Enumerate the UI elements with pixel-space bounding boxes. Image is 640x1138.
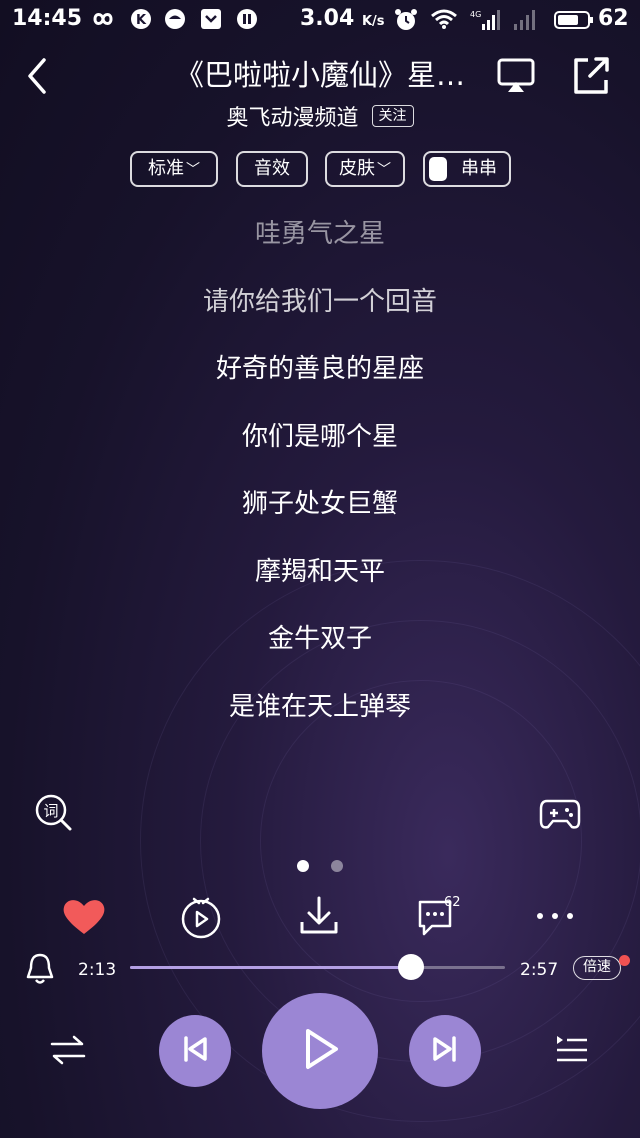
next-button[interactable] bbox=[409, 1015, 481, 1087]
download-button[interactable] bbox=[298, 894, 340, 942]
sleep-timer-button[interactable] bbox=[24, 952, 56, 990]
toggle-knob bbox=[429, 157, 447, 181]
shuffle-arrows-icon bbox=[48, 1035, 88, 1072]
page-indicator bbox=[0, 857, 640, 876]
svg-text:4G: 4G bbox=[470, 10, 481, 19]
share-button[interactable] bbox=[570, 54, 610, 100]
video-play-icon bbox=[178, 897, 224, 944]
battery-icon bbox=[554, 10, 594, 34]
battery-level: 62 bbox=[598, 6, 629, 31]
skin-label: 皮肤 bbox=[339, 158, 375, 179]
pocket-icon bbox=[200, 8, 222, 34]
lyric-line: 你们是哪个星 bbox=[241, 421, 398, 452]
k-app-icon: K bbox=[130, 8, 152, 34]
skip-next-icon bbox=[430, 1034, 460, 1068]
page-dot-active[interactable] bbox=[297, 860, 309, 872]
follow-button[interactable]: 关注 bbox=[371, 105, 414, 127]
video-button[interactable] bbox=[178, 894, 224, 944]
playlist-button[interactable] bbox=[554, 1032, 590, 1072]
status-bar: 14:45 K 3.04 K/s 4G 62 bbox=[0, 0, 640, 40]
total-time: 2:57 bbox=[520, 960, 559, 980]
sound-effects-label: 音效 bbox=[254, 158, 290, 179]
lyric-line: 是谁在天上弹琴 bbox=[228, 691, 411, 722]
channel-row: 奥飞动漫频道 关注 bbox=[0, 100, 640, 132]
sound-effects-button[interactable]: 音效 bbox=[236, 151, 308, 187]
like-button[interactable] bbox=[62, 896, 106, 940]
bell-icon bbox=[24, 953, 56, 990]
gamepad-icon bbox=[539, 799, 581, 835]
lyric-line: 好奇的善良的星座 bbox=[215, 354, 424, 384]
download-icon bbox=[298, 896, 340, 942]
more-button[interactable] bbox=[532, 906, 578, 930]
back-button[interactable] bbox=[22, 56, 52, 100]
notification-dot bbox=[619, 955, 630, 966]
status-time: 14:45 bbox=[12, 6, 83, 31]
wifi-icon bbox=[430, 8, 458, 34]
play-button[interactable] bbox=[262, 993, 378, 1109]
previous-button[interactable] bbox=[159, 1015, 231, 1087]
play-mode-button[interactable] bbox=[48, 1032, 88, 1072]
infinity-icon bbox=[86, 8, 120, 34]
chevron-down-icon: ﹀ bbox=[186, 162, 200, 178]
progress-slider[interactable] bbox=[130, 954, 505, 980]
alarm-icon bbox=[394, 8, 418, 36]
skip-previous-icon bbox=[180, 1034, 210, 1068]
quality-label: 标准 bbox=[148, 158, 184, 179]
heart-icon bbox=[62, 900, 106, 940]
face-app-icon bbox=[164, 8, 186, 34]
current-time: 2:13 bbox=[78, 960, 117, 980]
svg-text:K: K bbox=[136, 13, 147, 28]
svg-text:词: 词 bbox=[43, 802, 58, 820]
skin-select[interactable]: 皮肤 ﹀ bbox=[325, 151, 405, 187]
lyric-line: 金牛双子 bbox=[267, 624, 372, 654]
lyrics-panel[interactable]: 哇勇气之星 请你给我们一个回音 好奇的善良的星座 你们是哪个星 狮子处女巨蟹 摩… bbox=[0, 210, 640, 750]
playback-speed-button[interactable]: 倍速 bbox=[573, 956, 621, 980]
game-button[interactable] bbox=[539, 797, 581, 835]
signal-icon bbox=[512, 8, 542, 36]
lyric-line: 请你给我们一个回音 bbox=[202, 286, 437, 317]
network-speed: 3.04 K/s bbox=[300, 6, 385, 31]
lyric-line: 摩羯和天平 bbox=[254, 556, 385, 587]
page-dot[interactable] bbox=[331, 860, 343, 872]
playlist-icon bbox=[554, 1036, 590, 1072]
lyrics-search-button[interactable]: 词 bbox=[34, 793, 74, 837]
quality-select[interactable]: 标准 ﹀ bbox=[130, 151, 218, 187]
signal-4g-icon: 4G bbox=[470, 8, 500, 36]
progress-fill bbox=[130, 966, 412, 969]
lyrics-search-icon: 词 bbox=[34, 794, 74, 837]
back-arrow-icon bbox=[22, 58, 52, 100]
chuanchuan-label: 串串 bbox=[461, 158, 497, 179]
lyric-line: 狮子处女巨蟹 bbox=[241, 489, 398, 519]
cast-screen-icon bbox=[496, 58, 536, 100]
song-title: 《巴啦啦小魔仙》星… bbox=[174, 58, 465, 92]
share-external-icon bbox=[570, 57, 610, 100]
comment-bubble-icon bbox=[416, 900, 460, 942]
chuanchuan-toggle[interactable]: 串串 bbox=[423, 151, 511, 187]
pause-app-icon bbox=[236, 8, 258, 34]
chevron-down-icon: ﹀ bbox=[377, 162, 391, 178]
comment-count: 62 bbox=[444, 895, 461, 910]
more-dots-icon bbox=[532, 911, 578, 930]
play-icon bbox=[298, 1025, 342, 1077]
cast-button[interactable] bbox=[496, 56, 536, 100]
lyric-line: 哇勇气之星 bbox=[254, 219, 385, 249]
channel-name[interactable]: 奥飞动漫频道 bbox=[226, 106, 358, 131]
